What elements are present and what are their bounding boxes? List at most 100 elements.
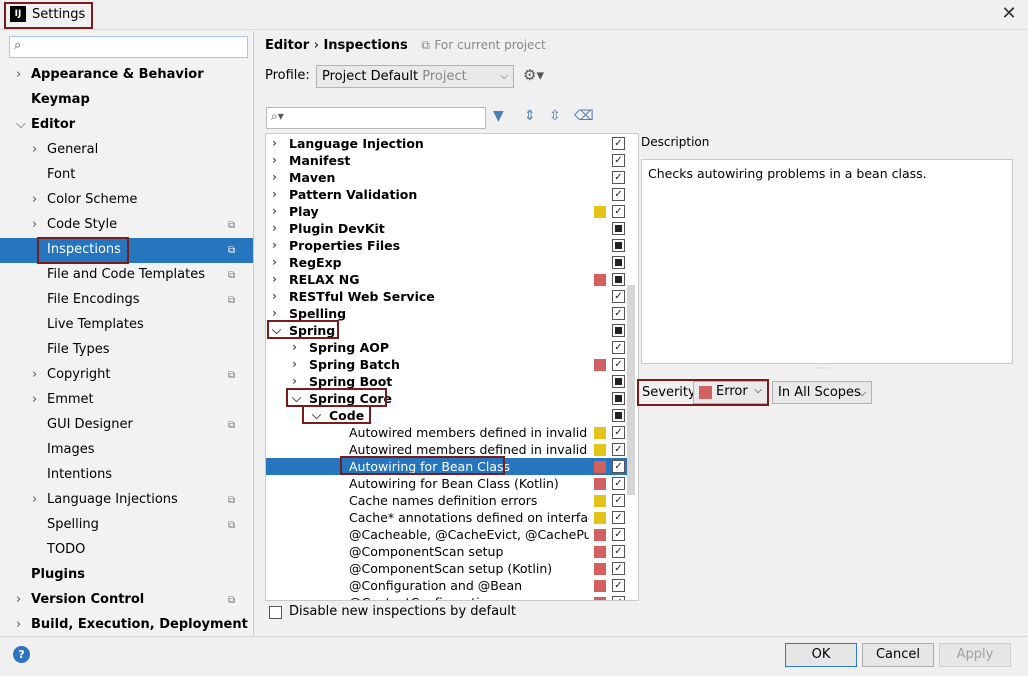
inspection-row[interactable]: › Spring AOP ✓ <box>266 339 628 356</box>
inspection-row[interactable]: @ComponentScan setup ✓ <box>266 543 628 560</box>
expand-all-icon[interactable]: ⇕ <box>524 108 536 124</box>
sidebar-item[interactable]: Inspections <box>47 238 121 262</box>
sidebar-item[interactable]: Plugins <box>31 563 85 587</box>
inspection-row[interactable]: Cache names definition errors ✓ <box>266 492 628 509</box>
chevron-right-icon[interactable]: › <box>272 220 277 237</box>
inspection-row[interactable]: @ContextConfiguration ✓ <box>266 594 628 600</box>
sidebar-item[interactable]: Intentions <box>47 463 112 487</box>
sidebar-item[interactable]: Keymap <box>31 88 90 112</box>
sidebar-item[interactable]: Appearance & Behavior <box>31 63 204 87</box>
inspection-checkbox[interactable] <box>612 375 625 388</box>
inspection-checkbox[interactable]: ✓ <box>612 341 625 354</box>
chevron-right-icon[interactable]: › <box>32 218 37 231</box>
close-icon[interactable]: ✕ <box>998 3 1020 25</box>
sidebar-item[interactable]: TODO <box>47 538 85 562</box>
chevron-down-icon[interactable]: ⌵ <box>16 118 26 131</box>
inspection-checkbox[interactable] <box>612 324 625 337</box>
chevron-right-icon[interactable]: › <box>272 254 277 271</box>
inspection-checkbox[interactable]: ✓ <box>612 579 625 592</box>
inspection-row[interactable]: @Cacheable, @CacheEvict, @CachePut, @ ✓ <box>266 526 628 543</box>
sidebar-item[interactable]: Editor <box>31 113 75 137</box>
profile-dropdown[interactable]: Project Default Project ⌵ <box>316 65 514 88</box>
sidebar-item[interactable]: File and Code Templates <box>47 263 205 287</box>
inspection-checkbox[interactable]: ✓ <box>612 188 625 201</box>
inspection-checkbox[interactable]: ✓ <box>612 154 625 167</box>
chevron-right-icon[interactable]: › <box>32 193 37 206</box>
inspection-checkbox[interactable]: ✓ <box>612 562 625 575</box>
splitter-grip[interactable]: ····· <box>817 364 830 373</box>
inspection-row[interactable]: Autowiring for Bean Class (Kotlin) ✓ <box>266 475 628 492</box>
inspection-row[interactable]: › Plugin DevKit <box>266 220 628 237</box>
chevron-right-icon[interactable]: › <box>32 368 37 381</box>
inspections-scrollbar[interactable] <box>627 285 635 495</box>
chevron-right-icon[interactable]: › <box>272 135 277 152</box>
inspection-checkbox[interactable] <box>612 409 625 422</box>
chevron-right-icon[interactable]: › <box>272 288 277 305</box>
inspection-checkbox[interactable] <box>612 239 625 252</box>
inspection-checkbox[interactable]: ✓ <box>612 171 625 184</box>
inspection-checkbox[interactable] <box>612 392 625 405</box>
sidebar-item[interactable]: File Types <box>47 338 110 362</box>
inspection-checkbox[interactable]: ✓ <box>612 511 625 524</box>
chevron-right-icon[interactable]: › <box>292 356 297 373</box>
inspection-checkbox[interactable]: ✓ <box>612 358 625 371</box>
inspection-checkbox[interactable]: ✓ <box>612 137 625 150</box>
disable-new-checkbox[interactable] <box>269 606 282 619</box>
sidebar-item[interactable]: Copyright <box>47 363 111 387</box>
chevron-right-icon[interactable]: › <box>272 237 277 254</box>
chevron-right-icon[interactable]: › <box>32 393 37 406</box>
sidebar-item[interactable]: Images <box>47 438 95 462</box>
inspection-row[interactable]: › RegExp <box>266 254 628 271</box>
inspection-checkbox[interactable]: ✓ <box>612 443 625 456</box>
chevron-right-icon[interactable]: › <box>16 68 21 81</box>
inspection-row[interactable]: Cache* annotations defined on interfaces… <box>266 509 628 526</box>
sidebar-item[interactable]: Build, Execution, Deployment <box>31 613 248 637</box>
apply-button[interactable]: Apply <box>939 643 1011 667</box>
help-icon[interactable]: ? <box>13 646 30 663</box>
ok-button[interactable]: OK <box>785 643 857 667</box>
inspection-checkbox[interactable]: ✓ <box>612 307 625 320</box>
chevron-right-icon[interactable]: › <box>272 169 277 186</box>
chevron-right-icon[interactable]: › <box>16 593 21 606</box>
inspection-checkbox[interactable]: ✓ <box>612 494 625 507</box>
settings-search-input[interactable]: ⌕ <box>9 36 248 58</box>
inspection-row[interactable]: › Play ✓ <box>266 203 628 220</box>
crumb-editor[interactable]: Editor <box>265 38 309 53</box>
inspection-checkbox[interactable]: ✓ <box>612 426 625 439</box>
sidebar-item[interactable]: Live Templates <box>47 313 144 337</box>
collapse-all-icon[interactable]: ⇳ <box>549 108 561 124</box>
chevron-right-icon[interactable]: › <box>32 493 37 506</box>
inspection-row[interactable]: @Configuration and @Bean ✓ <box>266 577 628 594</box>
inspection-checkbox[interactable] <box>612 256 625 269</box>
chevron-right-icon[interactable]: › <box>272 203 277 220</box>
inspection-row[interactable]: Autowired members defined in invalid Sp ✓ <box>266 424 628 441</box>
reset-icon[interactable]: ⌫ <box>574 108 594 124</box>
chevron-right-icon[interactable]: › <box>292 339 297 356</box>
chevron-right-icon[interactable]: › <box>272 186 277 203</box>
cancel-button[interactable]: Cancel <box>862 643 934 667</box>
inspection-checkbox[interactable]: ✓ <box>612 477 625 490</box>
inspection-checkbox[interactable] <box>612 222 625 235</box>
sidebar-item[interactable]: File Encodings <box>47 288 140 312</box>
sidebar-item[interactable]: GUI Designer <box>47 413 133 437</box>
inspection-checkbox[interactable]: ✓ <box>612 596 625 600</box>
inspection-row[interactable]: @ComponentScan setup (Kotlin) ✓ <box>266 560 628 577</box>
filter-icon[interactable]: ▼ <box>493 108 504 124</box>
inspection-checkbox[interactable]: ✓ <box>612 290 625 303</box>
inspection-row[interactable]: › Pattern Validation ✓ <box>266 186 628 203</box>
inspection-checkbox[interactable]: ✓ <box>612 545 625 558</box>
inspection-checkbox[interactable]: ✓ <box>612 205 625 218</box>
sidebar-item[interactable]: Language Injections <box>47 488 178 512</box>
inspection-row[interactable]: › Spring Batch ✓ <box>266 356 628 373</box>
inspection-checkbox[interactable] <box>612 273 625 286</box>
chevron-right-icon[interactable]: › <box>32 143 37 156</box>
sidebar-item[interactable]: Font <box>47 163 75 187</box>
inspection-filter-input[interactable]: ⌕▾ <box>266 107 486 129</box>
inspection-row[interactable]: › Language Injection ✓ <box>266 135 628 152</box>
scope-dropdown[interactable]: In All Scopes ⌵ <box>772 381 872 404</box>
inspection-checkbox[interactable]: ✓ <box>612 528 625 541</box>
inspection-row[interactable]: › RELAX NG <box>266 271 628 288</box>
sidebar-item[interactable]: Emmet <box>47 388 94 412</box>
sidebar-item[interactable]: Code Style <box>47 213 117 237</box>
chevron-right-icon[interactable]: › <box>272 152 277 169</box>
